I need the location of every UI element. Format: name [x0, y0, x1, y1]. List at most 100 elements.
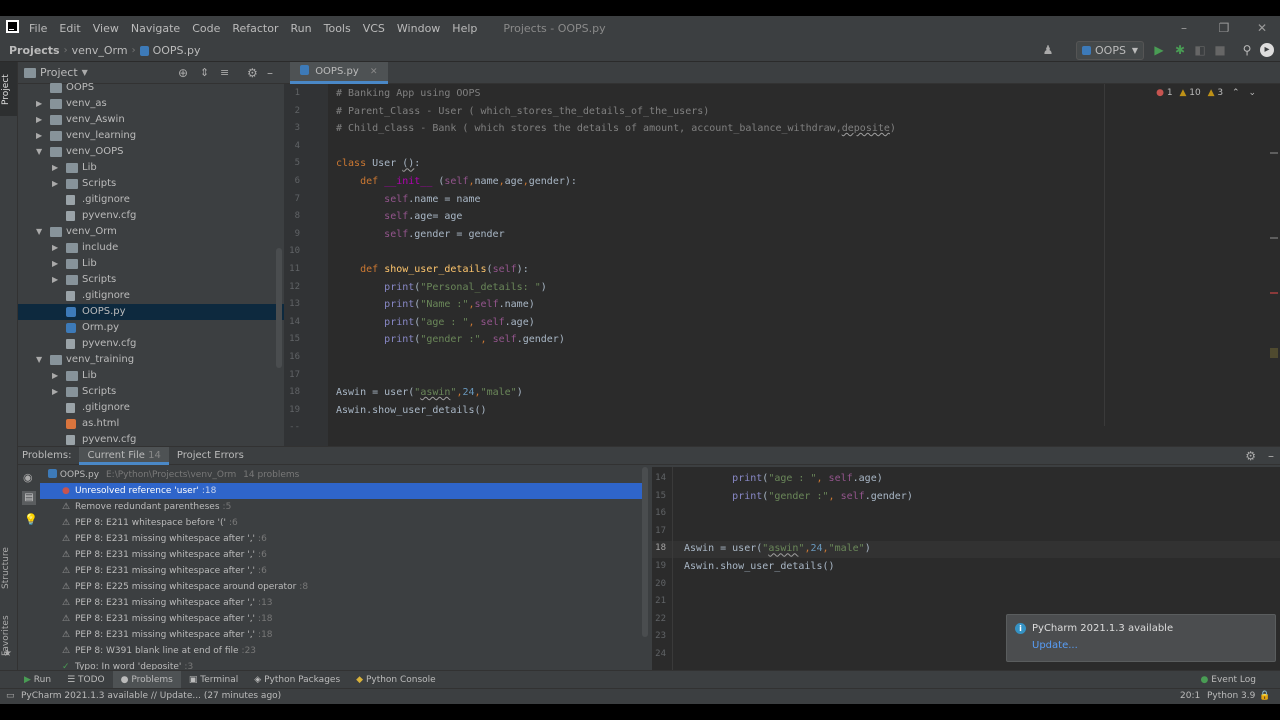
tree-item[interactable]: ▶ Scripts — [18, 384, 284, 400]
tool-tab-problems[interactable]: ● Problems — [112, 670, 181, 689]
update-notification[interactable]: i PyCharm 2021.1.3 available Update... — [1006, 614, 1276, 662]
tree-item[interactable]: ▶ venv_as — [18, 96, 284, 112]
code-line[interactable]: class User (): — [336, 158, 420, 169]
tool-tab-python-console[interactable]: ◆ Python Console — [348, 675, 444, 685]
user-account-icon[interactable]: ♟ — [1040, 42, 1056, 58]
code-line[interactable]: print("Personal_details: ") — [336, 282, 547, 293]
menu-navigate[interactable]: Navigate — [125, 22, 186, 35]
gear-icon[interactable]: ⚙ — [1245, 449, 1256, 463]
caret-position[interactable]: 20:1 — [1180, 689, 1200, 704]
code-line[interactable]: def __init__ (self,name,age,gender): — [336, 176, 577, 187]
code-line[interactable]: Aswin.show_user_details() — [336, 405, 487, 416]
problems-scrollbar[interactable] — [642, 467, 648, 637]
code-line[interactable]: def show_user_details(self): — [336, 264, 529, 275]
tree-item[interactable]: Orm.py — [18, 320, 284, 336]
menu-run[interactable]: Run — [285, 22, 318, 35]
inspection-widget[interactable]: ● 1 ▲ 10 ▲ 3 ⌃ ⌄ — [1156, 88, 1256, 98]
status-layout-icon[interactable]: ▭ — [6, 689, 15, 704]
menu-edit[interactable]: Edit — [53, 22, 86, 35]
tree-item[interactable]: OOPS.py — [18, 304, 284, 320]
menu-view[interactable]: View — [87, 22, 125, 35]
menu-tools[interactable]: Tools — [318, 22, 357, 35]
tree-item[interactable]: .gitignore — [18, 288, 284, 304]
menu-code[interactable]: Code — [186, 22, 226, 35]
locate-file-icon[interactable]: ⊕ — [178, 66, 188, 80]
code-line[interactable]: print("gender :", self.gender) — [336, 334, 565, 345]
ide-logo-icon[interactable]: ▸ — [1260, 43, 1274, 57]
star-icon[interactable]: ★ — [3, 648, 12, 659]
lock-icon[interactable]: 🔒 — [1259, 689, 1270, 704]
problem-row[interactable]: ⚠ PEP 8: E231 missing whitespace after ',… — [40, 595, 646, 611]
menu-refactor[interactable]: Refactor — [226, 22, 284, 35]
tree-item[interactable]: ▶ Scripts — [18, 176, 284, 192]
expand-all-icon[interactable]: ⇕ — [200, 66, 209, 79]
problem-row[interactable]: ⚠ PEP 8: E231 missing whitespace after ',… — [40, 531, 646, 547]
code-line[interactable]: # Parent_Class - User ( which_stores_the… — [336, 106, 709, 117]
problem-row[interactable]: ⚠ PEP 8: E225 missing whitespace around o… — [40, 579, 646, 595]
code-line[interactable]: self.gender = gender — [336, 229, 504, 240]
next-highlight-icon[interactable]: ⌄ — [1248, 88, 1256, 98]
tree-item[interactable]: as.html — [18, 416, 284, 432]
tree-item[interactable]: ▼ venv_OOPS — [18, 144, 284, 160]
tree-item[interactable]: ▶ include — [18, 240, 284, 256]
tree-item[interactable]: pyvenv.cfg — [18, 336, 284, 352]
hide-panel-icon[interactable]: – — [1268, 449, 1274, 463]
chevron-right-icon[interactable]: ▶ — [36, 96, 46, 112]
tree-item[interactable]: ▶ venv_Aswin — [18, 112, 284, 128]
breadcrumb-venv-orm[interactable]: venv_Orm — [68, 44, 132, 57]
tab-project-errors[interactable]: Project Errors — [169, 447, 252, 465]
problems-file-row[interactable]: OOPS.py E:\Python\Projects\venv_Orm 14 p… — [40, 467, 646, 483]
code-line[interactable]: print("age : ", self.age) — [336, 317, 535, 328]
tree-item[interactable]: ▶ venv_learning — [18, 128, 284, 144]
preview-toggle-icon[interactable]: ▤ — [22, 491, 36, 505]
gear-icon[interactable]: ⚙ — [247, 66, 258, 80]
chevron-right-icon[interactable]: ▶ — [36, 128, 46, 144]
menu-window[interactable]: Window — [391, 22, 446, 35]
run-icon[interactable]: ▶ — [1151, 42, 1167, 58]
chevron-down-icon[interactable]: ▼ — [36, 224, 46, 240]
tree-item[interactable]: .gitignore — [18, 192, 284, 208]
previous-highlight-icon[interactable]: ⌃ — [1232, 88, 1240, 98]
preview-code-line[interactable]: print("age : ", self.age) — [684, 473, 883, 484]
python-interpreter[interactable]: Python 3.9 — [1207, 689, 1255, 704]
tool-tab-run[interactable]: ▶ Run — [0, 675, 59, 685]
menu-file[interactable]: File — [23, 22, 53, 35]
breadcrumb-oops-file[interactable]: OOPS.py — [149, 44, 205, 57]
tab-current-file[interactable]: Current File 14 — [79, 446, 169, 465]
coverage-icon[interactable]: ◧ — [1192, 42, 1208, 58]
project-scrollbar[interactable] — [276, 248, 282, 368]
problem-row[interactable]: ⚠ Remove redundant parentheses:5 — [40, 499, 646, 515]
menu-help[interactable]: Help — [446, 22, 483, 35]
eye-icon[interactable]: ◉ — [23, 471, 33, 484]
debug-icon[interactable]: ✱ — [1172, 42, 1188, 58]
close-window-icon[interactable]: ✕ — [1242, 16, 1280, 40]
tool-tab-python-packages[interactable]: ◈ Python Packages — [246, 675, 348, 685]
problem-row[interactable]: ⚠ PEP 8: E231 missing whitespace after ',… — [40, 547, 646, 563]
problem-row[interactable]: ⚠ PEP 8: E231 missing whitespace after ',… — [40, 627, 646, 643]
problem-row[interactable]: ⚠ PEP 8: E231 missing whitespace after ',… — [40, 563, 646, 579]
structure-tool-tab[interactable]: Structure — [1, 540, 17, 596]
app-logo-icon[interactable] — [0, 20, 23, 36]
notification-update-link[interactable]: Update... — [1032, 640, 1078, 651]
close-tab-icon[interactable]: ✕ — [370, 67, 378, 77]
tree-item[interactable]: .gitignore — [18, 400, 284, 416]
tree-item[interactable]: OOPS — [18, 80, 284, 96]
breadcrumb-projects[interactable]: Projects — [0, 44, 64, 57]
tool-tab-terminal[interactable]: ▣ Terminal — [181, 675, 246, 685]
tree-item[interactable]: ▶ Lib — [18, 368, 284, 384]
project-tool-tab[interactable]: Project — [1, 68, 17, 112]
tool-tab-todo[interactable]: ☰ TODO — [59, 675, 113, 685]
editor-tab-oops[interactable]: OOPS.py ✕ — [290, 62, 388, 84]
problem-row[interactable]: ⚠ PEP 8: W391 blank line at end of file:2… — [40, 643, 646, 659]
chevron-right-icon[interactable]: ▶ — [52, 368, 62, 384]
chevron-down-icon[interactable]: ▼ — [36, 144, 46, 160]
chevron-right-icon[interactable]: ▶ — [52, 272, 62, 288]
tree-item[interactable]: ▼ venv_training — [18, 352, 284, 368]
chevron-down-icon[interactable]: ▼ — [36, 352, 46, 368]
code-line[interactable]: Aswin = user("aswin",24,"male") — [336, 387, 523, 398]
event-log-tab[interactable]: ● Event Log — [1193, 675, 1264, 685]
problem-row[interactable]: ⚠ PEP 8: E231 missing whitespace after ',… — [40, 611, 646, 627]
chevron-right-icon[interactable]: ▶ — [52, 160, 62, 176]
tree-item[interactable]: ▶ Lib — [18, 160, 284, 176]
bulb-icon[interactable]: 💡 — [24, 513, 38, 526]
